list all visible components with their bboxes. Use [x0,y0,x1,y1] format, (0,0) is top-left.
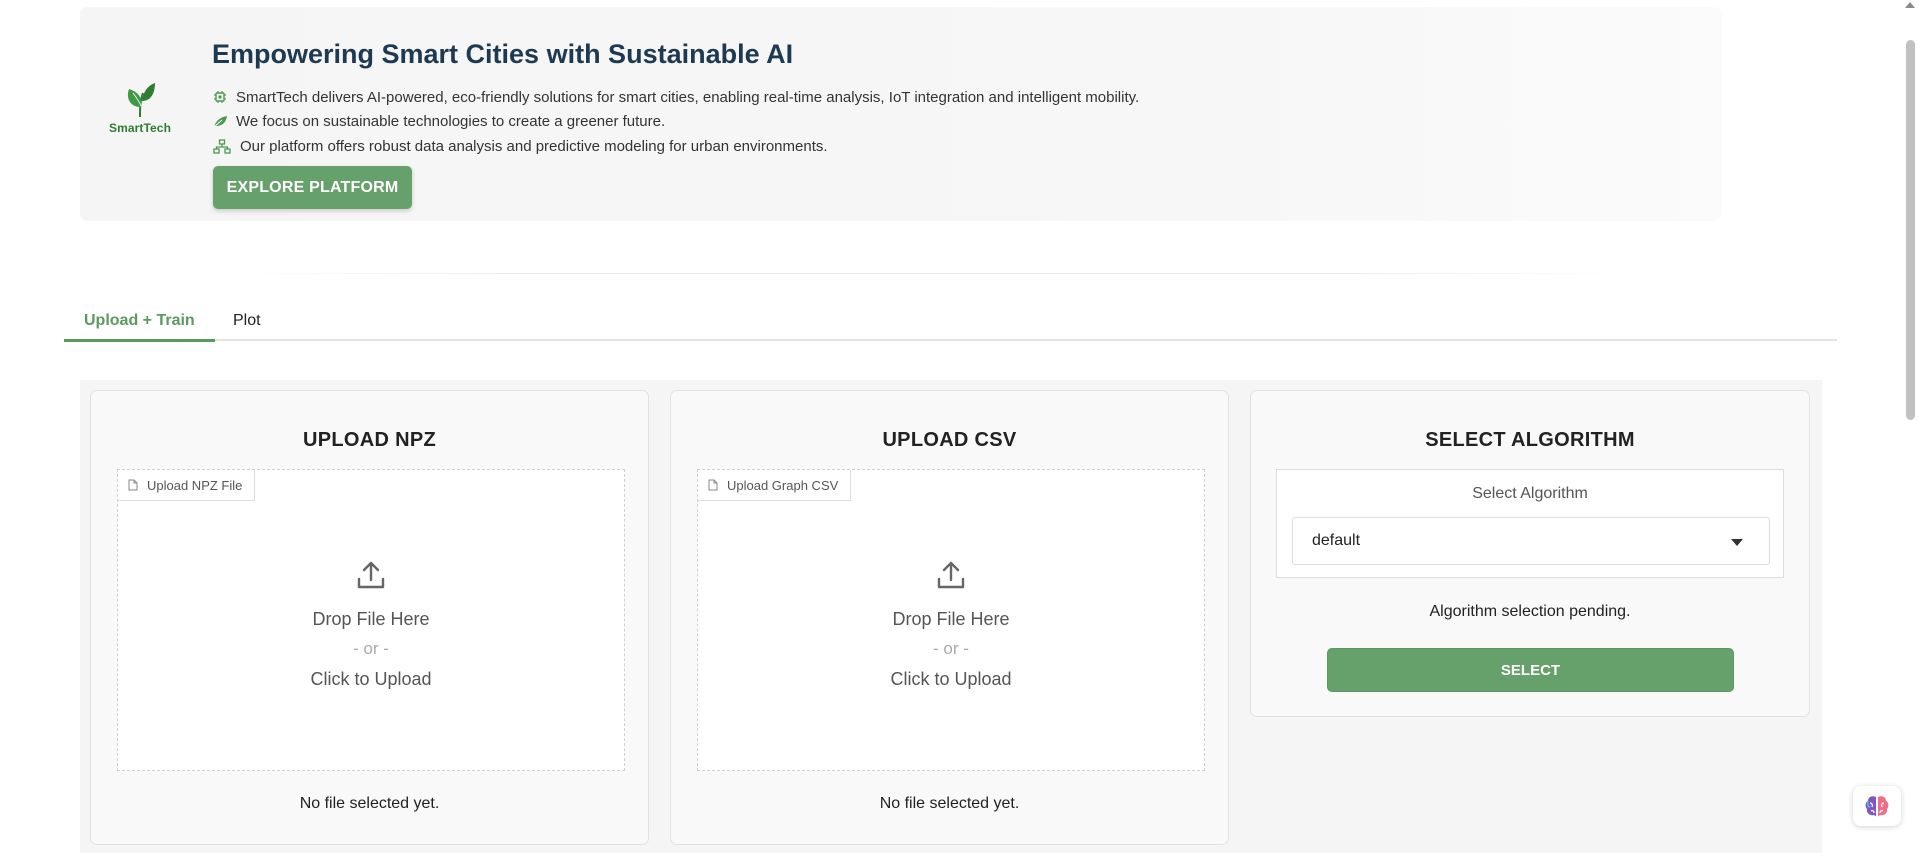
card-title: UPLOAD CSV [882,429,1017,451]
network-icon [212,138,232,154]
upload-train-panel: UPLOAD NPZ Upload NPZ File Drop File Her… [80,380,1822,853]
tab-upload-train[interactable]: Upload + Train [64,302,215,342]
hero-title: Empowering Smart Cities with Sustainable… [212,39,794,69]
explore-platform-button[interactable]: EXPLORE PLATFORM [213,166,412,209]
algorithm-dropdown[interactable]: default [1292,517,1770,565]
upload-icon [936,560,966,595]
or-text: - or - [933,639,969,658]
hero-line-sustainable: We focus on sustainable technologies to … [212,112,665,130]
hero-banner: SmartTech Empowering Smart Cities with S… [80,7,1722,221]
hero-line-platform: Our platform offers robust data analysis… [212,137,828,155]
upload-npz-card: UPLOAD NPZ Upload NPZ File Drop File Her… [90,390,649,845]
dropzone-label: Upload Graph CSV [698,470,852,501]
click-to-upload-text: Click to Upload [310,669,432,689]
leaf-logo-icon [127,83,155,118]
dropzone-label-text: Upload NPZ File [147,477,243,493]
dropzone-label: Upload NPZ File [118,470,256,501]
csv-status: No file selected yet. [879,795,1020,812]
hero-line-text: SmartTech delivers AI-powered, eco-frien… [236,88,1140,106]
smarttech-logo: SmartTech [108,81,172,135]
select-button[interactable]: SELECT [1327,648,1734,692]
card-title: SELECT ALGORITHM [1425,429,1635,451]
algorithm-selected-value: default [1312,532,1361,549]
npz-status: No file selected yet. [299,795,440,812]
click-to-upload-text: Click to Upload [890,669,1012,689]
dropzone-label-text: Upload Graph CSV [727,477,839,493]
caret-down-icon [1731,539,1743,546]
or-text: - or - [353,639,389,658]
page: SmartTech Empowering Smart Cities with S… [0,0,1919,853]
select-algorithm-card: SELECT ALGORITHM Select Algorithm defaul… [1250,390,1810,717]
algorithm-status: Algorithm selection pending. [1429,603,1631,620]
scroll-up-arrow-icon[interactable] [1905,2,1915,8]
brain-assistant-button[interactable] [1853,786,1901,826]
logo-text: SmartTech [108,121,172,135]
npz-dropzone[interactable]: Upload NPZ File Drop File Here - or - Cl… [117,469,625,771]
card-title: UPLOAD NPZ [303,429,436,451]
csv-dropzone[interactable]: Upload Graph CSV Drop File Here - or - C… [697,469,1205,771]
leaf-icon [212,113,228,129]
file-icon [128,479,138,491]
chip-icon [212,89,228,105]
upload-csv-card: UPLOAD CSV Upload Graph CSV Drop File He… [670,390,1229,845]
algorithm-field-label: Select Algorithm [1472,485,1588,502]
file-icon [708,479,718,491]
hero-line-ai: SmartTech delivers AI-powered, eco-frien… [212,88,1139,106]
brain-icon [1865,796,1889,816]
drop-file-text: Drop File Here [892,609,1010,629]
upload-icon [356,560,386,595]
drop-file-text: Drop File Here [312,609,430,629]
tab-bar: Upload + Train Plot [64,302,1837,342]
algorithm-field: Select Algorithm default [1276,469,1784,578]
tab-plot[interactable]: Plot [213,302,281,341]
scrollbar-thumb[interactable] [1906,40,1915,420]
hero-line-text: Our platform offers robust data analysis… [240,137,828,155]
hero-line-text: We focus on sustainable technologies to … [236,112,666,130]
section-divider [230,273,1630,274]
